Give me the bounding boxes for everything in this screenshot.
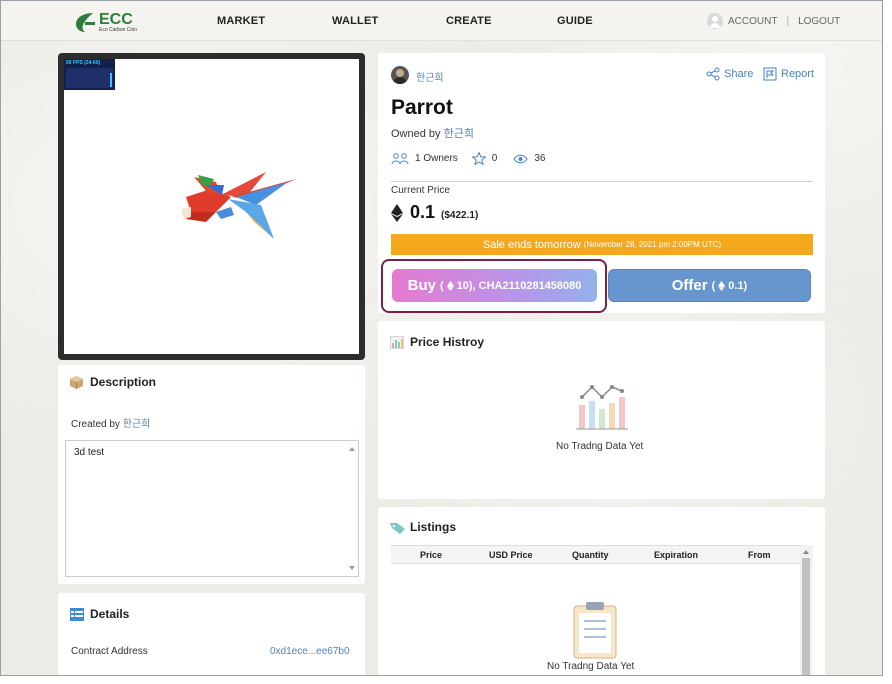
sale-ends-banner: Sale ends tomorrow (November 28, 2021 pm… [391,234,813,255]
logout-link[interactable]: LOGOUT [798,16,840,27]
creator-link[interactable]: 한근희 [123,419,151,430]
empty-chart-icon [576,385,628,430]
offer-label: Offer [671,277,708,294]
contract-address-link[interactable]: 0xd1ece...ee67b0 [270,646,350,657]
owner-name-link[interactable]: 한근희 [416,69,444,84]
item-title: Parrot [391,96,453,119]
views-count: 36 [534,153,546,164]
current-price-label: Current Price [391,185,450,196]
share-label: Share [724,68,754,80]
col-quantity: Quantity [572,550,609,560]
ethereum-icon [391,203,403,222]
logo-title: ECC [99,10,133,28]
details-heading: Details [70,607,129,621]
leaf-logo-icon [73,10,97,34]
description-title: Description [90,375,157,389]
sale-ends-date: (November 28, 2021 pm 2:00PM UTC) [583,240,722,249]
parrot-model-image [181,172,296,239]
price-history-heading: Price Histroy [389,335,485,349]
item-stats: 1 Owners 0 36 [391,152,545,165]
offer-amount-text: 0.1) [728,279,748,292]
account-link[interactable]: ACCOUNT [728,16,777,27]
scroll-down-icon[interactable] [349,566,355,570]
top-header: ECC Eco Carbon Coin MARKET WALLET CREATE… [1,1,882,41]
offer-paren: ( [711,279,716,292]
description-text: 3d test [74,447,105,458]
account-area: ACCOUNT | LOGOUT [707,13,840,29]
fps-graph [66,68,113,88]
scroll-up-icon[interactable] [803,550,809,554]
share-button[interactable]: Share [706,67,753,81]
ecc-logo[interactable]: ECC Eco Carbon Coin [73,9,137,35]
scrollbar-thumb[interactable] [802,558,810,675]
nav-wallet[interactable]: WALLET [332,15,378,27]
chart-icon [389,335,405,349]
nav-create[interactable]: CREATE [446,15,492,27]
col-usd-price: USD Price [489,550,533,560]
table-icon [70,607,84,621]
price-row: 0.1 ($422.1) [391,202,478,223]
buy-button[interactable]: Buy ( 10), CHA2110281458080 [392,269,597,302]
scroll-up-icon[interactable] [349,447,355,451]
buy-label: Buy [407,277,436,294]
owners-icon [391,152,409,164]
col-price: Price [420,550,443,560]
description-heading: Description [70,375,156,389]
owned-by-link[interactable]: 한근희 [444,128,474,140]
price-history-empty: No Tradng Data Yet [556,441,644,452]
nav-market[interactable]: MARKET [217,15,265,27]
star-icon[interactable] [471,152,486,165]
report-icon [763,67,777,81]
nav-separator: | [786,15,790,27]
created-by-line: Created by 한근희 [71,415,150,430]
box-icon [70,375,83,389]
price-usd: ($422.1) [441,210,479,221]
details-title: Details [90,607,130,621]
listings-table-header: Price USD Price Quantity Expiration From [391,545,813,564]
nav-guide[interactable]: GUIDE [557,15,593,27]
textarea-scrollbar[interactable] [347,442,357,575]
description-textarea[interactable]: 3d test [65,440,359,577]
details-card [58,593,365,675]
owned-by-line: Owned by 한근희 [391,125,474,141]
clipboard-empty-icon [573,602,617,659]
user-avatar-icon[interactable] [707,13,723,29]
price-value: 0.1 [410,202,436,222]
eye-icon [513,154,528,163]
col-from: From [748,550,771,560]
listings-scrollbar[interactable] [800,545,812,675]
price-history-title: Price Histroy [410,335,485,349]
listings-empty: No Tradng Data Yet [547,661,635,672]
sale-ends-text: Sale ends tomorrow [482,238,581,251]
buy-paren: ( [439,279,444,292]
ethereum-icon [446,280,454,291]
offer-button[interactable]: Offer ( 0.1) [608,269,811,302]
col-expiration: Expiration [654,550,699,560]
listings-title: Listings [410,520,457,534]
favorites-count: 0 [491,153,498,164]
buy-amount-text: 10), CHA2110281458080 [456,279,582,292]
app-window: ECC Eco Carbon Coin MARKET WALLET CREATE… [0,0,883,676]
tag-icon [390,521,405,534]
created-by-label: Created by [71,419,120,430]
listings-heading: Listings [390,520,456,534]
fps-meter: 60 FPS (24-60) [64,59,115,90]
contract-address-label: Contract Address [71,646,148,657]
owner-avatar[interactable] [391,66,409,84]
divider [391,181,813,182]
fps-text: 60 FPS (24-60) [66,60,101,66]
report-button[interactable]: Report [763,67,814,81]
owners-count[interactable]: 1 Owners [415,153,458,164]
viewer-canvas[interactable]: 60 FPS (24-60) [64,59,359,354]
owned-by-label: Owned by [391,128,441,140]
share-icon [706,67,720,81]
model-viewer[interactable]: 60 FPS (24-60) [58,53,365,360]
report-label: Report [781,68,815,80]
logo-subtitle: Eco Carbon Coin [99,26,138,33]
ethereum-icon [718,280,726,291]
